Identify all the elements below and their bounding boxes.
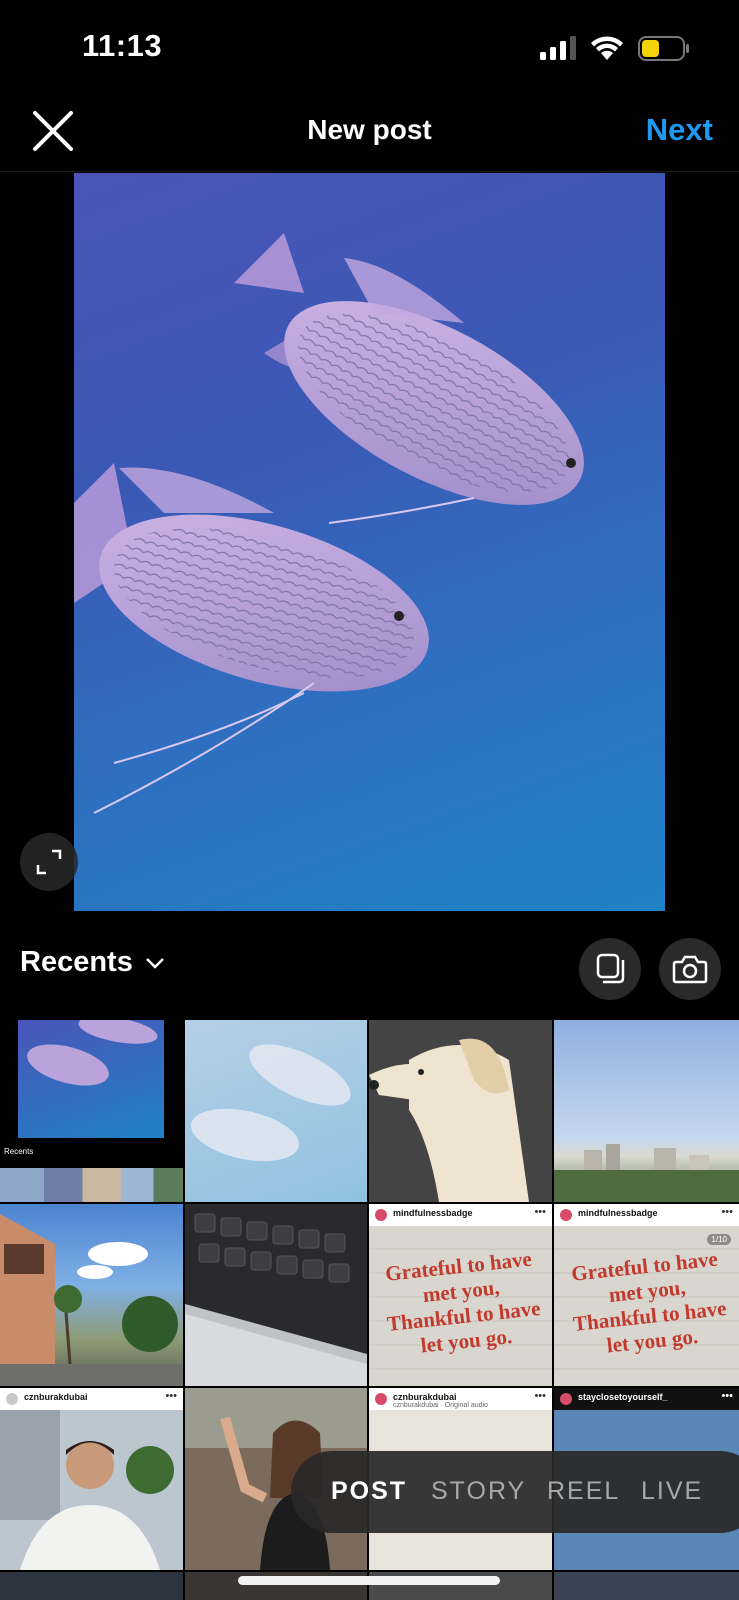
avatar — [6, 1393, 18, 1405]
expand-icon — [36, 849, 62, 875]
camera-button[interactable] — [659, 938, 721, 1000]
post-username: mindfulnessbadge — [393, 1208, 473, 1218]
more-icon: ••• — [534, 1390, 546, 1402]
post-username: cznburakdubai — [24, 1392, 88, 1402]
page-title: New post — [307, 114, 432, 145]
chevron-down-icon — [145, 957, 164, 969]
quote-text: Grateful to have met you, Thankful to ha… — [570, 1246, 728, 1358]
post-caption-bar: stayclosetoyourself_ ••• — [554, 1388, 739, 1410]
status-time: 11:13 — [82, 28, 163, 63]
building-thumb — [0, 1214, 183, 1386]
post-caption-bar: mindfulnessbadge ••• — [554, 1204, 739, 1226]
recents-label: Recents — [20, 946, 133, 978]
wifi-icon — [591, 36, 623, 60]
page-count-badge: 1/10 — [707, 1234, 731, 1245]
more-icon: ••• — [721, 1206, 733, 1218]
status-bar: 11:13 — [0, 0, 739, 100]
next-button[interactable]: Next — [646, 112, 713, 148]
grid-photo-partial[interactable] — [0, 1572, 183, 1600]
grid-photo-building[interactable] — [0, 1204, 183, 1386]
fish-thumb — [27, 1020, 158, 1086]
avatar — [560, 1209, 572, 1221]
camera-icon — [672, 955, 708, 984]
select-multiple-button[interactable] — [579, 938, 641, 1000]
selected-photo-preview[interactable] — [74, 173, 665, 911]
avatar — [375, 1209, 387, 1221]
grid-post-quote-2[interactable]: mindfulnessbadge ••• 1/10 Grateful to ha… — [554, 1204, 739, 1386]
post-mode-switcher: POST STORY REEL LIVE — [291, 1451, 739, 1533]
grid-photo-sky[interactable] — [554, 1020, 739, 1202]
fish-light-thumb — [190, 1044, 351, 1162]
person-thumb — [0, 1410, 174, 1570]
mode-live[interactable]: LIVE — [641, 1477, 703, 1506]
cellular-signal-icon — [540, 36, 576, 60]
keyboard-thumb — [185, 1204, 367, 1386]
grid-photo-fish-light[interactable] — [185, 1020, 367, 1202]
post-username: stayclosetoyourself_ — [578, 1392, 668, 1402]
mode-story[interactable]: STORY — [431, 1477, 526, 1506]
post-audio: cznburakdubai · Original audio — [393, 1402, 488, 1409]
more-icon: ••• — [534, 1206, 546, 1218]
avatar — [560, 1393, 572, 1405]
quote-text: Grateful to have met you, Thankful to ha… — [384, 1246, 542, 1358]
grid-post-person[interactable]: cznburakdubai ••• — [0, 1388, 183, 1570]
expand-crop-button[interactable] — [20, 833, 78, 891]
post-caption-bar: mindfulnessbadge ••• — [369, 1204, 552, 1226]
grid-photo-dog[interactable] — [369, 1020, 552, 1202]
header: New post Next — [0, 100, 739, 172]
post-caption-bar: cznburakdubai ••• — [0, 1388, 183, 1410]
avatar — [375, 1393, 387, 1405]
fish-photo — [74, 233, 584, 814]
post-username: cznburakdubai — [393, 1392, 457, 1402]
battery-icon — [638, 36, 689, 61]
multi-select-icon — [596, 953, 625, 984]
grid-photo-partial[interactable] — [554, 1572, 739, 1600]
grid-post-quote-1[interactable]: mindfulnessbadge ••• Grateful to have me… — [369, 1204, 552, 1386]
grid-photo-keyboard[interactable] — [185, 1204, 367, 1386]
home-indicator[interactable] — [238, 1576, 500, 1585]
more-icon: ••• — [165, 1390, 177, 1402]
sky-thumb — [554, 1144, 739, 1202]
recents-dropdown[interactable]: Recents — [20, 946, 165, 979]
more-icon: ••• — [721, 1390, 733, 1402]
post-username: mindfulnessbadge — [578, 1208, 658, 1218]
thumb-recents-label: Recents — [4, 1147, 34, 1156]
grid-photo-screenshot[interactable]: Recents — [0, 1020, 183, 1202]
mode-post[interactable]: POST — [331, 1477, 407, 1506]
mode-reel[interactable]: REEL — [547, 1477, 620, 1506]
dog-thumb — [369, 1020, 552, 1202]
